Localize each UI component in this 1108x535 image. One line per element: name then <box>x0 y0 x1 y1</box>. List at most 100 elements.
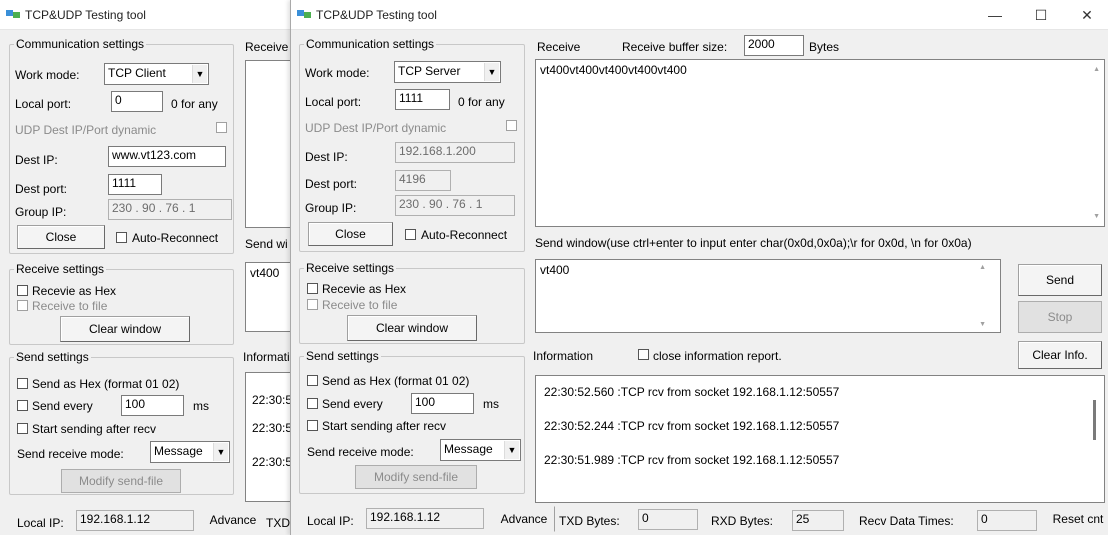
clear-window-button[interactable]: Clear window <box>347 315 477 341</box>
close-connection-button[interactable]: Close <box>17 225 105 249</box>
back-info-time: 22:30:5 <box>252 393 293 407</box>
send-text: vt400 <box>540 263 570 277</box>
dest-port-input[interactable]: 4196 <box>395 170 451 191</box>
work-mode-label: Work mode: <box>305 66 370 80</box>
advance-button[interactable]: Advance <box>493 506 555 532</box>
send-every-checkbox[interactable] <box>17 400 28 411</box>
receive-buffer-input[interactable]: 2000 <box>744 35 804 56</box>
send-every-input[interactable]: 100 <box>121 395 184 416</box>
chevron-down-icon: ▼ <box>504 441 519 459</box>
group-title: Receive settings <box>304 261 397 275</box>
dest-port-input[interactable]: 1111 <box>108 174 162 195</box>
auto-reconnect-checkbox[interactable] <box>405 229 416 240</box>
send-hex-label: Send as Hex (format 01 02) <box>32 377 180 391</box>
receive-file-checkbox[interactable] <box>307 299 318 310</box>
txd-label-cut: TXD <box>266 516 290 530</box>
receive-hex-checkbox[interactable] <box>307 283 318 294</box>
local-port-label: Local port: <box>15 97 72 111</box>
send-every-checkbox[interactable] <box>307 398 318 409</box>
send-recv-mode-label: Send receive mode: <box>307 445 414 459</box>
information-label: Information <box>533 349 594 363</box>
close-connection-button[interactable]: Close <box>308 222 393 246</box>
scroll-up-arrow-icon[interactable]: ▲ <box>979 264 986 271</box>
scroll-up-arrow-icon[interactable]: ▲ <box>1093 66 1100 73</box>
work-mode-select[interactable]: TCP Server ▼ <box>394 61 501 83</box>
clear-window-button[interactable]: Clear window <box>60 316 190 342</box>
close-info-report-checkbox[interactable] <box>638 349 649 360</box>
receive-hex-checkbox[interactable] <box>17 285 28 296</box>
back-window-title: TCP&UDP Testing tool <box>25 8 146 22</box>
dest-port-label: Dest port: <box>15 182 68 196</box>
send-recv-mode-value: Message <box>444 442 493 456</box>
receive-hex-label: Recevie as Hex <box>32 284 117 298</box>
modify-send-file-button[interactable]: Modify send-file <box>61 469 181 493</box>
send-window-label: Send window(use ctrl+enter to input ente… <box>535 236 972 250</box>
udp-dynamic-checkbox[interactable] <box>506 120 517 131</box>
udp-dynamic-checkbox[interactable] <box>216 122 227 133</box>
receive-file-checkbox[interactable] <box>17 300 28 311</box>
receive-file-label: Receive to file <box>322 298 398 312</box>
local-port-hint: 0 for any <box>171 97 218 111</box>
info-log-line: 22:30:52.244 :TCP rcv from socket 192.16… <box>544 419 840 433</box>
receive-file-label: Receive to file <box>32 299 108 313</box>
recv-data-times-value: 0 <box>977 510 1037 531</box>
window-close-button[interactable]: ✕ <box>1064 0 1108 30</box>
local-port-label: Local port: <box>305 95 362 109</box>
work-mode-select[interactable]: TCP Client ▼ <box>104 63 209 85</box>
start-after-recv-checkbox[interactable] <box>307 420 318 431</box>
local-port-input[interactable]: 1111 <box>395 89 450 110</box>
send-window-label-cut: Send wi <box>245 237 288 251</box>
start-after-recv-checkbox[interactable] <box>17 423 28 434</box>
dest-port-label: Dest port: <box>305 177 358 191</box>
back-send-text: vt400 <box>250 266 280 280</box>
receive-label-cut: Receive <box>245 40 289 54</box>
dest-ip-input[interactable]: www.vt123.com <box>108 146 226 167</box>
local-ip-label: Local IP: <box>307 514 354 528</box>
front-window-title: TCP&UDP Testing tool <box>316 8 437 22</box>
local-ip-input[interactable]: 192.168.1.12 <box>366 508 484 529</box>
auto-reconnect-checkbox[interactable] <box>116 232 127 243</box>
send-every-input[interactable]: 100 <box>411 393 474 414</box>
dest-ip-input[interactable]: 192.168.1.200 <box>395 142 515 163</box>
send-recv-mode-select[interactable]: Message ▼ <box>150 441 230 463</box>
front-window: TCP&UDP Testing tool — ☐ ✕ Communication… <box>290 0 1108 535</box>
send-hex-checkbox[interactable] <box>307 375 318 386</box>
scroll-down-arrow-icon[interactable]: ▼ <box>979 321 986 328</box>
front-title-bar: TCP&UDP Testing tool — ☐ ✕ <box>291 0 1108 30</box>
send-recv-mode-value: Message <box>154 444 203 458</box>
rxd-bytes-label: RXD Bytes: <box>711 514 774 528</box>
modify-send-file-button[interactable]: Modify send-file <box>355 465 477 489</box>
send-button[interactable]: Send <box>1018 264 1102 296</box>
send-every-label: Send every <box>322 397 383 411</box>
stop-button[interactable]: Stop <box>1018 301 1102 333</box>
app-icon <box>297 10 311 18</box>
reset-cnt-button[interactable]: Reset cnt <box>1044 506 1108 532</box>
scroll-down-arrow-icon[interactable]: ▼ <box>1093 213 1100 220</box>
chevron-down-icon: ▼ <box>484 63 499 81</box>
advance-button[interactable]: Advance <box>204 507 262 533</box>
info-log-line: 22:30:51.989 :TCP rcv from socket 192.16… <box>544 453 840 467</box>
receive-text-area[interactable]: vt400vt400vt400vt400vt400 ▲ ▼ <box>535 59 1105 227</box>
local-port-input[interactable]: 0 <box>111 91 163 112</box>
maximize-button[interactable]: ☐ <box>1018 0 1064 30</box>
minimize-button[interactable]: — <box>972 0 1018 30</box>
send-every-label: Send every <box>32 399 93 413</box>
send-hex-checkbox[interactable] <box>17 378 28 389</box>
txd-bytes-value: 0 <box>638 509 698 530</box>
group-ip-input[interactable]: 230 . 90 . 76 . 1 <box>395 195 515 216</box>
dest-ip-label: Dest IP: <box>15 153 58 167</box>
send-recv-mode-label: Send receive mode: <box>17 447 124 461</box>
send-text-area[interactable]: vt400 ▲ ▼ <box>535 259 1001 333</box>
group-ip-input[interactable]: 230 . 90 . 76 . 1 <box>108 199 232 220</box>
information-label-cut: Informati <box>243 350 290 364</box>
app-icon <box>6 10 20 18</box>
back-info-time: 22:30:5 <box>252 421 293 435</box>
info-scrollbar-thumb[interactable] <box>1093 400 1096 440</box>
clear-info-button[interactable]: Clear Info. <box>1018 341 1102 369</box>
send-hex-label: Send as Hex (format 01 02) <box>322 374 470 388</box>
information-log: 22:30:52.560 :TCP rcv from socket 192.16… <box>535 375 1105 503</box>
local-ip-input[interactable]: 192.168.1.12 <box>76 510 194 531</box>
send-recv-mode-select[interactable]: Message ▼ <box>440 439 521 461</box>
rxd-bytes-value: 25 <box>792 510 844 531</box>
group-title: Communication settings <box>14 37 147 51</box>
